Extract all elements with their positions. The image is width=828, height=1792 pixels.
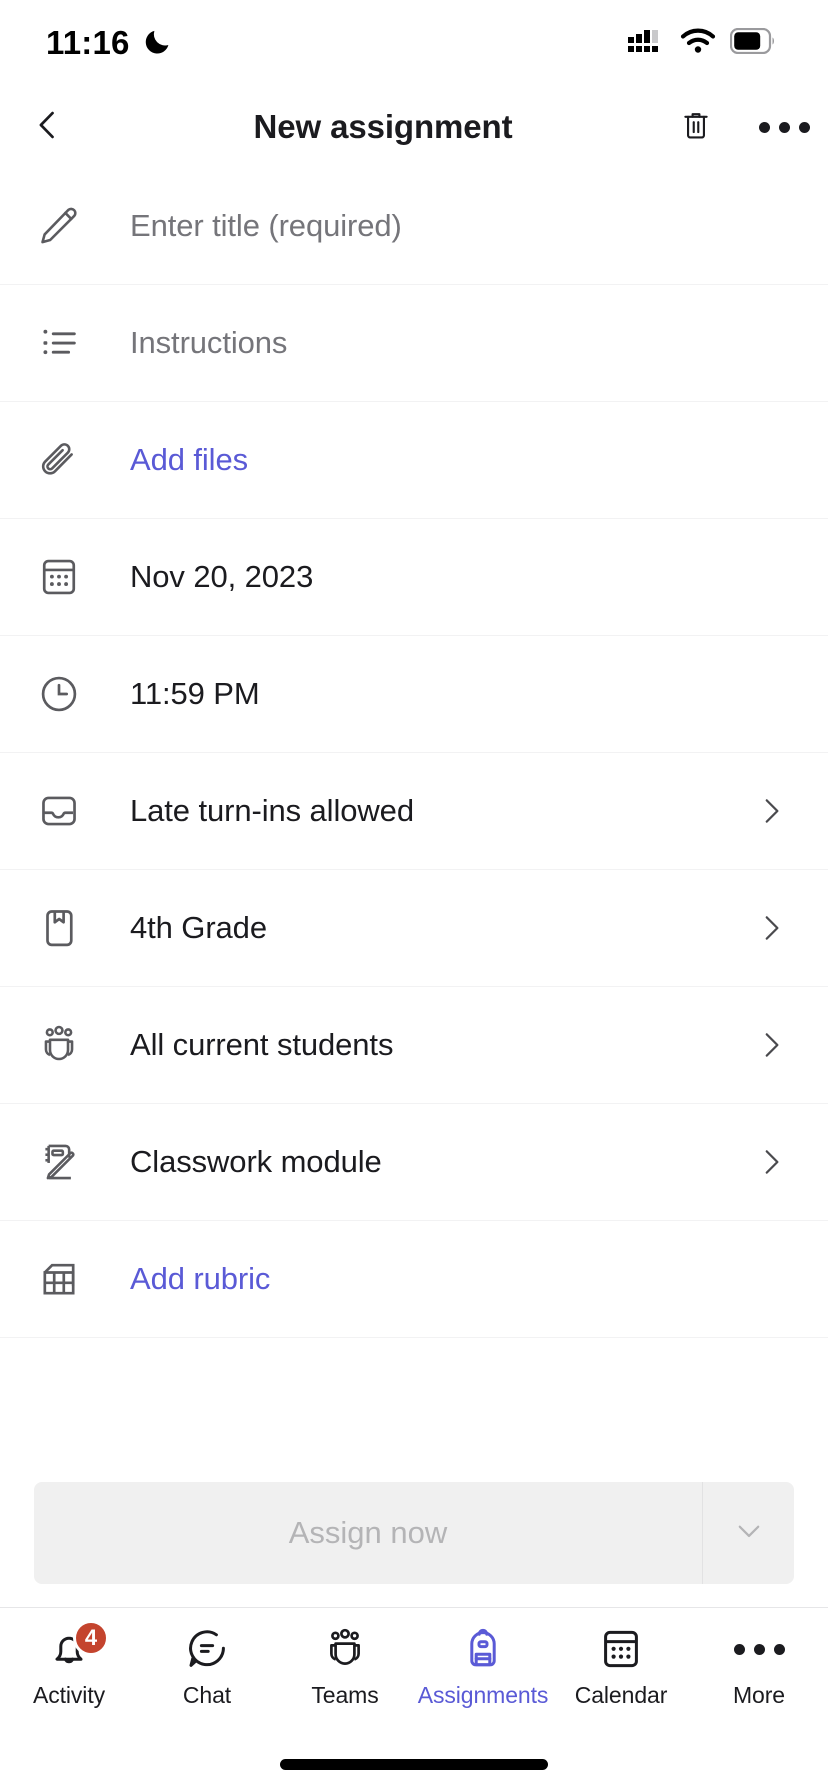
- nav-assignments[interactable]: Assignments: [414, 1622, 552, 1709]
- assign-to-value: All current students: [130, 1027, 394, 1062]
- activity-badge: 4: [73, 1620, 109, 1656]
- due-date-row[interactable]: Nov 20, 2023: [0, 519, 828, 636]
- late-turn-ins-row[interactable]: Late turn-ins allowed: [0, 753, 828, 870]
- nav-more-label: More: [732, 1682, 785, 1708]
- add-rubric-label: Add rubric: [130, 1261, 271, 1296]
- assign-now-button[interactable]: Assign now: [34, 1482, 702, 1584]
- nav-activity[interactable]: 4 Activity: [0, 1620, 138, 1709]
- status-bar-right: [628, 27, 776, 60]
- title-field[interactable]: Enter title (required): [0, 168, 828, 285]
- pencil-icon: [32, 203, 100, 249]
- add-files-row[interactable]: Add files: [0, 402, 828, 519]
- status-bar-left: 11:16: [46, 24, 173, 62]
- back-button[interactable]: [0, 86, 96, 168]
- cellular-signal-icon: [628, 27, 666, 60]
- due-time-row[interactable]: 11:59 PM: [0, 636, 828, 753]
- grid-table-icon: [32, 1256, 100, 1302]
- classwork-module-row[interactable]: Classwork module: [0, 1104, 828, 1221]
- class-row[interactable]: 4th Grade: [0, 870, 828, 987]
- due-date-value: Nov 20, 2023: [130, 559, 314, 594]
- nav-more[interactable]: More: [690, 1622, 828, 1709]
- instructions-field[interactable]: Instructions: [0, 285, 828, 402]
- status-time: 11:16: [46, 24, 130, 61]
- assign-options-dropdown-button[interactable]: [702, 1482, 794, 1584]
- instructions-placeholder: Instructions: [130, 325, 288, 360]
- status-bar: 11:16: [0, 0, 828, 86]
- nav-assignments-label: Assignments: [417, 1682, 549, 1708]
- ellipsis-dots: [733, 1643, 785, 1655]
- people-team-icon: [321, 1622, 369, 1676]
- title-placeholder: Enter title (required): [130, 208, 402, 243]
- backpack-icon: [459, 1622, 507, 1676]
- nav-chat-label: Chat: [182, 1682, 232, 1708]
- trash-icon: [679, 108, 713, 147]
- header-actions: [652, 86, 828, 168]
- late-turn-ins-value: Late turn-ins allowed: [130, 793, 414, 828]
- phone-screen: 11:16 New assignment Enter title (requir…: [0, 0, 828, 1792]
- nav-calendar[interactable]: Calendar: [552, 1622, 690, 1709]
- class-value: 4th Grade: [130, 910, 267, 945]
- delete-button[interactable]: [652, 86, 740, 168]
- classwork-module-chevron[interactable]: [744, 1145, 788, 1179]
- home-indicator: [280, 1759, 548, 1770]
- chevron-left-icon: [31, 108, 65, 147]
- class-chevron[interactable]: [744, 911, 788, 945]
- nav-chat[interactable]: Chat: [138, 1622, 276, 1709]
- late-turn-ins-chevron[interactable]: [744, 794, 788, 828]
- classwork-module-icon: [32, 1139, 100, 1185]
- people-team-icon: [32, 1022, 100, 1068]
- app-header: New assignment: [0, 86, 828, 168]
- clock-icon: [32, 671, 100, 717]
- chevron-down-icon: [732, 1514, 766, 1553]
- page-title: New assignment: [253, 108, 513, 145]
- assign-split-button: Assign now: [34, 1482, 794, 1584]
- nav-teams[interactable]: Teams: [276, 1622, 414, 1709]
- nav-activity-label: Activity: [32, 1682, 106, 1708]
- nav-calendar-label: Calendar: [574, 1682, 668, 1708]
- battery-icon: [729, 27, 776, 59]
- classwork-module-value: Classwork module: [130, 1144, 382, 1179]
- more-options-button[interactable]: [740, 86, 828, 168]
- wifi-icon: [680, 27, 716, 60]
- bookmark-book-icon: [32, 905, 100, 951]
- calendar-icon: [597, 1622, 645, 1676]
- ellipsis-horizontal-icon: [733, 1622, 785, 1676]
- moon-icon: [143, 26, 173, 61]
- inbox-tray-icon: [32, 788, 100, 834]
- calendar-icon: [32, 554, 100, 600]
- assign-action-bar: Assign now: [0, 1462, 828, 1608]
- chat-bubble-icon: [183, 1622, 231, 1676]
- bell-icon: 4: [45, 1620, 109, 1676]
- add-files-label: Add files: [130, 442, 248, 477]
- paperclip-icon: [32, 437, 100, 483]
- assign-to-row[interactable]: All current students: [0, 987, 828, 1104]
- bottom-navigation: 4 Activity Chat Teams Assignments Calend…: [0, 1608, 828, 1728]
- bulleted-list-icon: [32, 320, 100, 366]
- assignment-form: Enter title (required) Instructions Add …: [0, 168, 828, 1338]
- ellipsis-horizontal-icon: [758, 121, 810, 133]
- nav-teams-label: Teams: [311, 1682, 379, 1708]
- add-rubric-row[interactable]: Add rubric: [0, 1221, 828, 1338]
- due-time-value: 11:59 PM: [130, 676, 260, 711]
- assign-to-chevron[interactable]: [744, 1028, 788, 1062]
